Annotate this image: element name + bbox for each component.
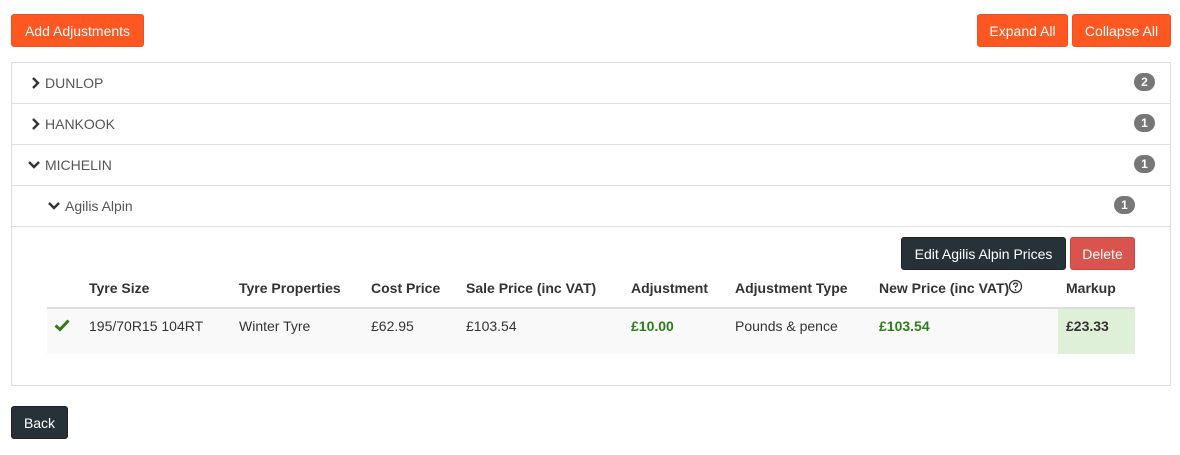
column-header-sale-price: Sale Price (inc VAT) <box>466 280 597 296</box>
question-circle-icon[interactable] <box>1008 279 1023 294</box>
cell-new-price: £103.54 <box>879 318 930 334</box>
count-badge: 1 <box>1134 155 1155 173</box>
accordion-row-agilis-alpin[interactable]: Agilis Alpin 1 <box>12 186 1170 227</box>
cell-tyre-properties: Winter Tyre <box>239 318 311 334</box>
add-adjustments-button[interactable]: Add Adjustments <box>11 14 144 47</box>
back-button[interactable]: Back <box>11 406 68 439</box>
column-header-tyre-properties: Tyre Properties <box>239 280 341 296</box>
accordion-row-dunlop[interactable]: DUNLOP 2 <box>12 63 1170 104</box>
column-header-adjustment: Adjustment <box>631 280 708 296</box>
delete-button[interactable]: Delete <box>1070 237 1135 270</box>
accordion-label: Agilis Alpin <box>65 198 133 214</box>
accordion-row-hankook[interactable]: HANKOOK 1 <box>12 104 1170 145</box>
table-row <box>47 309 1135 354</box>
cell-cost-price: £62.95 <box>371 318 414 334</box>
expand-all-button[interactable]: Expand All <box>977 14 1068 47</box>
count-badge: 1 <box>1114 196 1135 214</box>
cell-adjustment: £10.00 <box>631 318 674 334</box>
accordion-label: DUNLOP <box>45 75 104 91</box>
count-badge: 1 <box>1134 114 1155 132</box>
column-header-tyre-size: Tyre Size <box>89 280 150 296</box>
cell-sale-price: £103.54 <box>466 318 517 334</box>
accordion-row-michelin[interactable]: MICHELIN 1 <box>12 145 1170 186</box>
cell-tyre-size: 195/70R15 104RT <box>89 318 204 334</box>
count-badge: 2 <box>1134 73 1155 91</box>
chevron-down-icon <box>28 161 40 169</box>
collapse-all-button[interactable]: Collapse All <box>1072 14 1171 47</box>
chevron-right-icon <box>32 77 40 89</box>
column-header-markup: Markup <box>1066 280 1116 296</box>
chevron-right-icon <box>32 118 40 130</box>
chevron-down-icon <box>48 202 60 210</box>
accordion-label: HANKOOK <box>45 116 116 132</box>
column-header-new-price: New Price (inc VAT) <box>879 280 1010 296</box>
edit-prices-button[interactable]: Edit Agilis Alpin Prices <box>901 237 1066 270</box>
column-header-adjustment-type: Adjustment Type <box>735 280 848 296</box>
check-icon <box>54 319 70 332</box>
cell-adjustment-type: Pounds & pence <box>735 318 838 334</box>
column-header-cost-price: Cost Price <box>371 280 441 296</box>
cell-markup: £23.33 <box>1066 318 1109 334</box>
accordion-label: MICHELIN <box>45 157 112 173</box>
